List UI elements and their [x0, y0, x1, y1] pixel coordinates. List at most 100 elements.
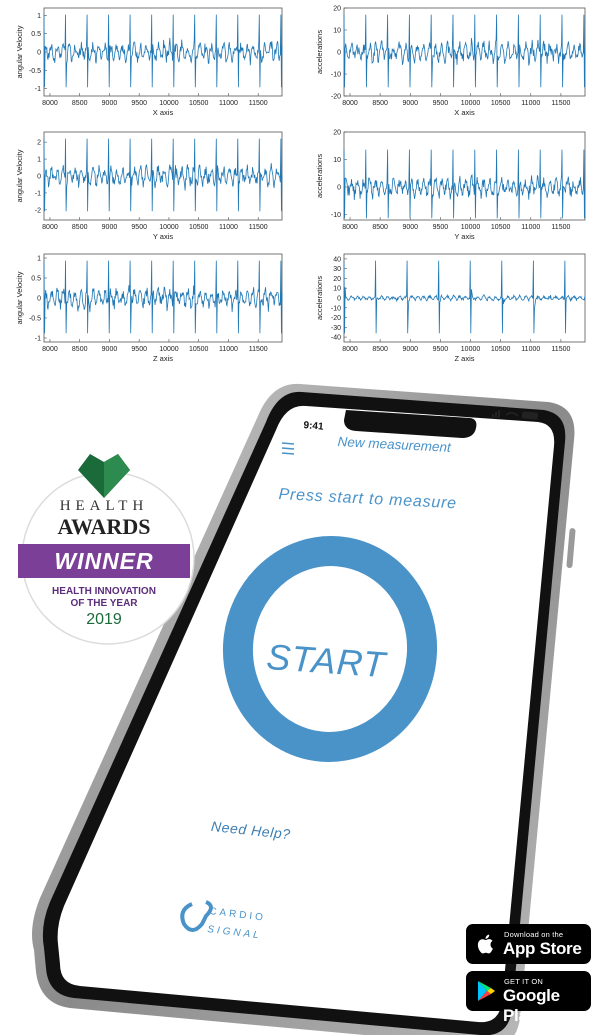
plot-area [343, 131, 586, 221]
x-tick-label: 10500 [189, 224, 209, 231]
y-tick-label: -20 [331, 94, 341, 101]
y-tick-label: -1 [35, 336, 41, 343]
y-tick-label: 0.5 [31, 31, 41, 38]
x-tick-label: 10000 [461, 224, 481, 231]
chart-accel-z: 8000 8500 9000 9500 10000 10500 11000 11500 -40 -… [300, 246, 593, 368]
x-tick-label: 11000 [219, 100, 238, 107]
x-tick-label: 9500 [131, 346, 147, 353]
y-tick-label: 10 [333, 286, 341, 293]
x-tick-label: 9500 [131, 224, 147, 231]
y-tick-label: -0.5 [29, 316, 41, 323]
apple-icon [477, 934, 493, 954]
google-play-big-text: Google Play [503, 986, 560, 1025]
y-tick-label: -0.5 [29, 68, 41, 75]
y-tick-label: 0 [37, 296, 41, 303]
y-tick-label: -10 [331, 72, 341, 79]
x-tick-label: 8000 [42, 346, 58, 353]
y-axis-label: accelerations [315, 30, 324, 74]
x-tick-label: 11000 [219, 346, 238, 353]
x-tick-label: 11000 [219, 224, 238, 231]
status-time: 9:41 [303, 420, 324, 433]
y-tick-label: 0.5 [31, 276, 41, 283]
battery-icon [521, 411, 539, 420]
x-tick-label: 9000 [102, 346, 118, 353]
x-axis-label: Y axis [153, 232, 174, 241]
chart-accel-y: 8000 8500 9000 9500 10000 10500 11000 11500 -10 0… [300, 124, 593, 246]
x-tick-label: 10500 [491, 224, 511, 231]
chart-angular-z: 8000 8500 9000 9500 10000 10500 11000 11500 -1 -0… [0, 246, 290, 368]
x-tick-label: 9000 [402, 346, 418, 353]
y-axis-label: angular Velocity [15, 149, 24, 202]
x-tick-label: 10500 [491, 346, 511, 353]
x-tick-label: 10500 [491, 100, 511, 107]
x-tick-label: 11500 [249, 100, 268, 107]
x-tick-label: 8500 [372, 100, 388, 107]
y-tick-label: 20 [333, 6, 341, 13]
x-tick-label: 11000 [521, 346, 540, 353]
x-tick-label: 8000 [42, 100, 58, 107]
x-tick-label: 11000 [521, 224, 540, 231]
y-tick-label: 20 [333, 130, 341, 137]
google-play-icon [478, 981, 495, 1001]
x-tick-label: 8500 [72, 100, 88, 107]
x-tick-label: 10000 [461, 346, 481, 353]
app-store-button[interactable]: Download on the App Store [466, 924, 591, 964]
y-axis-label: angular Velocity [15, 25, 24, 78]
y-tick-label: 30 [333, 266, 341, 273]
y-axis-label: accelerations [315, 154, 324, 198]
x-tick-label: 9500 [433, 346, 449, 353]
y-axis-label: accelerations [315, 276, 324, 320]
award-category-line1: HEALTH INNOVATION [52, 586, 156, 597]
y-axis-label: angular Velocity [15, 271, 24, 324]
x-axis-label: X axis [454, 108, 475, 117]
y-tick-label: 40 [333, 256, 341, 263]
x-axis-label: Z axis [153, 354, 173, 363]
chart-accel-x: 8000 8500 9000 9500 10000 10500 11000 11500 -20 -… [300, 0, 593, 122]
y-tick-label: -1 [35, 86, 41, 93]
x-tick-label: 11500 [551, 224, 570, 231]
x-tick-label: 9000 [402, 100, 418, 107]
x-tick-label: 8500 [72, 346, 88, 353]
x-tick-label: 8500 [372, 224, 388, 231]
y-tick-label: -10 [331, 212, 341, 219]
x-tick-label: 9000 [402, 224, 418, 231]
x-tick-label: 10500 [189, 346, 209, 353]
award-category-line2: OF THE YEAR [70, 598, 138, 609]
x-tick-label: 11500 [551, 346, 570, 353]
start-button[interactable]: START [265, 636, 387, 686]
y-tick-label: 0 [37, 174, 41, 181]
health-awards-badge: HEALTH AWARDS WINNER HEALTH INNOVATION O… [18, 448, 198, 648]
x-tick-label: 8000 [42, 224, 58, 231]
x-tick-label: 11500 [249, 224, 268, 231]
y-tick-label: 0 [337, 296, 341, 303]
app-store-small-text: Download on the [504, 930, 564, 939]
sensor-charts: 8000 8500 9000 9500 10000 10500 11000 11500 -1 -0… [0, 0, 593, 370]
y-tick-label: -30 [331, 325, 341, 332]
x-tick-label: 10500 [189, 100, 209, 107]
x-tick-label: 11500 [551, 100, 570, 107]
y-tick-label: 10 [333, 28, 341, 35]
x-axis-label: Y axis [454, 232, 475, 241]
y-tick-label: 20 [333, 276, 341, 283]
award-year: 2019 [86, 611, 122, 628]
x-tick-label: 10000 [159, 346, 179, 353]
x-tick-label: 9000 [102, 224, 118, 231]
x-tick-label: 8500 [72, 224, 88, 231]
award-line1: HEALTH [59, 498, 149, 514]
chart-angular-y: 8000 8500 9000 9500 10000 10500 11000 11500 -2 -1… [0, 124, 290, 246]
x-tick-label: 8500 [372, 346, 388, 353]
award-line2: AWARDS [57, 514, 151, 539]
x-tick-label: 10000 [461, 100, 481, 107]
google-play-button[interactable]: GET IT ON Google Play [466, 971, 591, 1025]
y-tick-label: -1 [35, 190, 41, 197]
x-tick-label: 10000 [159, 100, 179, 107]
y-tick-label: 0 [37, 50, 41, 57]
x-tick-label: 10000 [159, 224, 179, 231]
y-tick-label: 2 [37, 140, 41, 147]
x-tick-label: 8000 [342, 100, 358, 107]
y-tick-label: 10 [333, 157, 341, 164]
y-tick-label: 0 [337, 185, 341, 192]
y-tick-label: 0 [337, 50, 341, 57]
x-tick-label: 9000 [102, 100, 118, 107]
chart-angular-x: 8000 8500 9000 9500 10000 10500 11000 11500 -1 -0… [0, 0, 290, 122]
